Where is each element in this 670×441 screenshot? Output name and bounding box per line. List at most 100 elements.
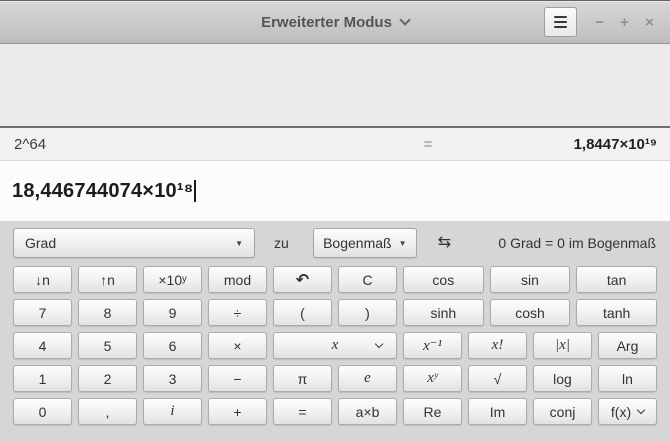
key-label: + — [233, 404, 241, 420]
key-sine[interactable]: sin — [490, 266, 571, 293]
chevron-down-icon — [399, 14, 410, 25]
maximize-button[interactable]: + — [612, 14, 637, 31]
key-argument[interactable]: Arg — [598, 332, 657, 359]
key-conjugate[interactable]: conj — [533, 398, 592, 425]
convert-to-label: Bogenmaß — [323, 235, 391, 251]
hamburger-menu-button[interactable] — [544, 7, 577, 37]
dropdown-arrow-icon: ▼ — [235, 239, 243, 248]
key-scientific-notation[interactable]: a×b — [338, 398, 397, 425]
key-label: e — [364, 370, 371, 387]
key-imaginary-part[interactable]: Im — [468, 398, 527, 425]
key-digit-5[interactable]: 5 — [78, 332, 137, 359]
key-label: cosh — [515, 305, 545, 321]
key-divide[interactable]: ÷ — [208, 299, 267, 326]
key-digit-3[interactable]: 3 — [143, 365, 202, 392]
swap-units-button[interactable]: ⇆ — [438, 235, 451, 251]
key-function-dropdown[interactable]: f(x) — [598, 398, 657, 425]
key-label: sinh — [430, 305, 456, 321]
key-label: − — [233, 371, 241, 387]
key-square-root[interactable]: √ — [468, 365, 527, 392]
key-logarithm[interactable]: log — [533, 365, 592, 392]
history-expression[interactable]: 2^64 — [0, 136, 423, 153]
key-natural-logarithm[interactable]: ln — [598, 365, 657, 392]
key-digit-8[interactable]: 8 — [78, 299, 137, 326]
key-euler-number[interactable]: e — [338, 365, 397, 392]
convert-from-label: Grad — [25, 235, 56, 251]
key-clear[interactable]: C — [338, 266, 397, 293]
key-label: 8 — [104, 305, 112, 321]
key-label: 0 — [39, 404, 47, 420]
key-inverse[interactable]: x⁻¹ — [403, 332, 462, 359]
key-digit-0[interactable]: 0 — [13, 398, 72, 425]
keypad-panel: Grad ▼ zu Bogenmaß ▼ ⇆ 0 Grad = 0 im Bog… — [0, 221, 670, 441]
key-imaginary-unit[interactable]: i — [143, 398, 202, 425]
minimize-button[interactable]: − — [587, 14, 612, 31]
key-undo[interactable]: ↶ — [273, 266, 332, 293]
convert-to-dropdown[interactable]: Bogenmaß ▼ — [313, 228, 417, 258]
key-digit-2[interactable]: 2 — [78, 365, 137, 392]
text-cursor — [194, 180, 196, 202]
key-hyperbolic-sine[interactable]: sinh — [403, 299, 484, 326]
key-label: ( — [300, 305, 305, 321]
key-digit-7[interactable]: 7 — [13, 299, 72, 326]
key-exponent[interactable]: ×10ʸ — [143, 266, 202, 293]
key-hyperbolic-tangent[interactable]: tanh — [576, 299, 657, 326]
key-subtract[interactable]: − — [208, 365, 267, 392]
key-decimal-separator[interactable]: , — [78, 398, 137, 425]
convert-from-dropdown[interactable]: Grad ▼ — [13, 228, 255, 258]
key-modulus[interactable]: mod — [208, 266, 267, 293]
mode-menu-button[interactable]: Erweiterter Modus — [261, 1, 409, 43]
key-label: i — [170, 403, 174, 420]
key-label: = — [298, 404, 306, 420]
key-factorial[interactable]: x! — [468, 332, 527, 359]
key-tangent[interactable]: tan — [576, 266, 657, 293]
key-digit-9[interactable]: 9 — [143, 299, 202, 326]
chevron-down-icon — [637, 406, 645, 414]
key-real-part[interactable]: Re — [403, 398, 462, 425]
key-label: Re — [424, 404, 442, 420]
swap-icon: ⇆ — [438, 234, 451, 251]
key-open-paren[interactable]: ( — [273, 299, 332, 326]
key-label: √ — [494, 371, 502, 387]
key-label: x! — [492, 337, 504, 354]
entry-field[interactable]: 18,446744074×10¹⁸ — [0, 161, 670, 221]
key-label: × — [233, 338, 241, 354]
key-label: x⁻¹ — [423, 336, 442, 355]
calculator-window: Erweiterter Modus − + × 2^64 = 1,8447×10… — [0, 0, 670, 441]
key-superscript-mode[interactable]: ↑n — [78, 266, 137, 293]
key-hyperbolic-cosine[interactable]: cosh — [490, 299, 571, 326]
menu-icon — [554, 16, 567, 18]
key-multiply[interactable]: × — [208, 332, 267, 359]
key-add[interactable]: + — [208, 398, 267, 425]
history-entry-row[interactable]: 2^64 = 1,8447×10¹⁹ — [0, 128, 670, 161]
history-empty-area — [0, 44, 670, 128]
key-equals[interactable]: = — [273, 398, 332, 425]
key-label: sin — [521, 272, 539, 288]
key-close-paren[interactable]: ) — [338, 299, 397, 326]
key-digit-6[interactable]: 6 — [143, 332, 202, 359]
conversion-to-text: zu — [274, 235, 289, 251]
key-digit-4[interactable]: 4 — [13, 332, 72, 359]
key-label: 6 — [169, 338, 177, 354]
key-label: 9 — [169, 305, 177, 321]
key-label: tan — [607, 272, 626, 288]
key-label: 2 — [104, 371, 112, 387]
key-label: 1 — [39, 371, 47, 387]
key-label: log — [553, 371, 572, 387]
close-button[interactable]: × — [637, 14, 662, 31]
key-pi[interactable]: π — [273, 365, 332, 392]
history-result[interactable]: 1,8447×10¹⁹ — [433, 136, 670, 153]
key-label: ×10ʸ — [158, 272, 186, 288]
key-label: 7 — [39, 305, 47, 321]
key-cosine[interactable]: cos — [403, 266, 484, 293]
key-x-power-y[interactable]: xʸ — [403, 365, 462, 392]
key-absolute-value[interactable]: |x| — [533, 332, 592, 359]
keypad: ↓n ↑n ×10ʸ mod↶Ccos sin tan 7 8 9 ÷ () sinh cosh tanh… — [13, 266, 657, 425]
history-equals-sign: = — [423, 136, 433, 153]
key-label: ÷ — [234, 305, 242, 321]
key-digit-1[interactable]: 1 — [13, 365, 72, 392]
key-subscript-mode[interactable]: ↓n — [13, 266, 72, 293]
key-label: π — [298, 371, 308, 387]
key-variable-dropdown[interactable]: x — [273, 332, 397, 359]
key-label: ↑n — [100, 272, 115, 288]
